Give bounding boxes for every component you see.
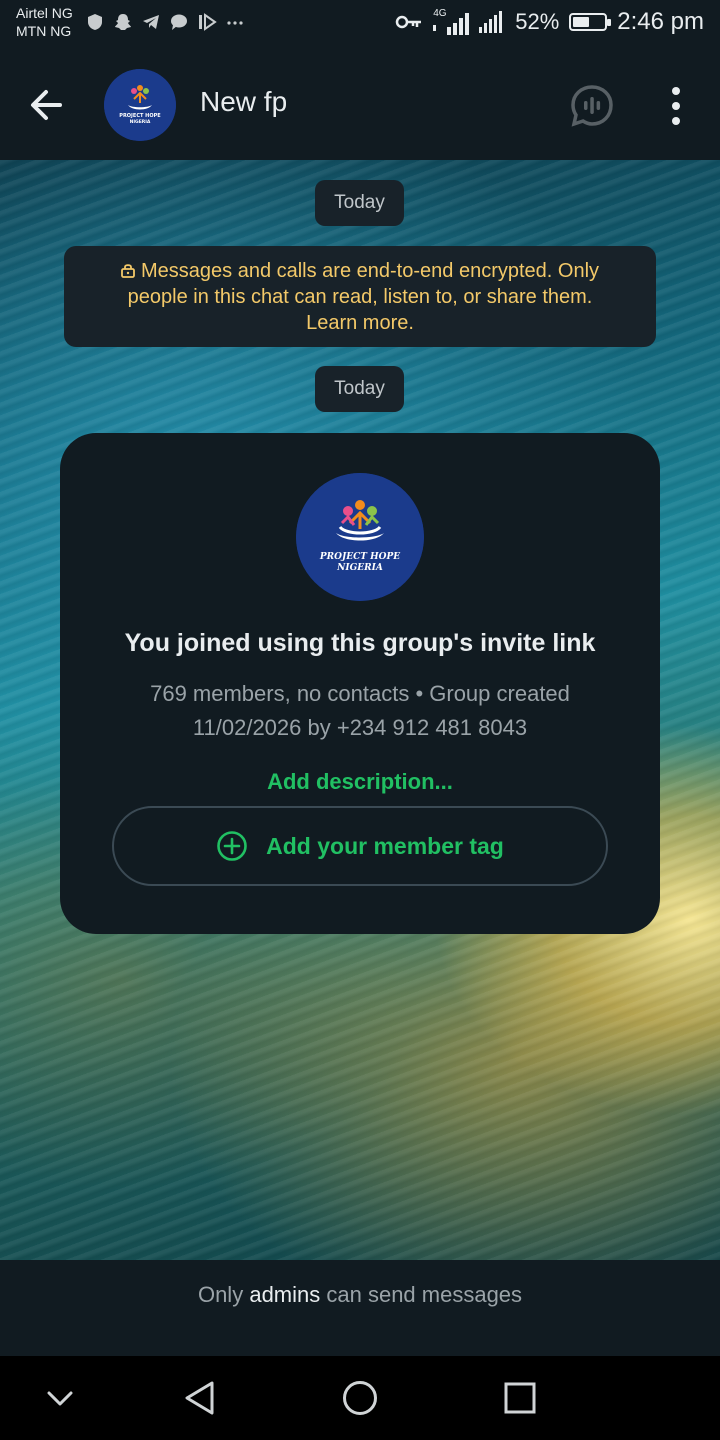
back-button[interactable] [22,82,74,128]
chat-background: Today Messages and calls are end-to-end … [0,160,720,1260]
nav-collapse-button[interactable] [40,1378,80,1418]
avatar-text-2: NIGERIA [130,119,151,125]
group-avatar[interactable]: PROJECT HOPE NIGERIA [104,69,176,141]
system-navigation-bar [0,1356,720,1440]
chat-title[interactable]: New fp [200,86,287,118]
carrier-1: Airtel NG [16,5,73,21]
avatar-text-1: PROJECT HOPE [119,113,161,119]
notice-prefix: Only [197,1282,244,1307]
voice-chat-button[interactable] [568,82,616,130]
key-icon [395,15,422,29]
triangle-back-icon [185,1381,214,1415]
carrier-info: Airtel NG MTN NG [16,4,73,40]
nav-back-button[interactable] [180,1378,220,1418]
admins-link[interactable]: admins [249,1282,320,1307]
more-vertical-icon [672,102,680,110]
status-right: 4G 52% 2:46 pm [395,8,704,36]
status-bar: Airtel NG MTN NG 4G 52% 2:46 pm [0,0,720,52]
more-notifications-icon [224,12,246,34]
date-chip: Today [315,180,404,226]
nav-recents-button[interactable] [500,1378,540,1418]
signal-4g-icon: 4G [433,9,470,35]
group-info-line-1: 769 members, no contacts • Group created [150,681,570,706]
chat-bubble-icon [168,12,190,34]
group-info-line-2: 11/02/2026 by +234 912 481 8043 [192,715,528,740]
encryption-line-2: people in this chat can read, listen to,… [127,286,593,308]
more-options-button[interactable] [656,82,696,130]
more-vertical-icon [672,87,680,95]
learn-more-link[interactable]: Learn more. [64,310,656,336]
group-info-card: PROJECT HOPE NIGERIA You joined using th… [60,433,660,934]
signal-icon [479,11,503,33]
vpn-icon [84,12,106,34]
battery-percent: 52% [515,9,560,34]
battery-level [573,17,589,27]
arrow-left-icon [31,90,62,120]
group-logo[interactable]: PROJECT HOPE NIGERIA [296,473,424,601]
clock: 2:46 pm [617,8,704,35]
invite-heading: You joined using this group's invite lin… [124,629,596,657]
add-member-tag-button[interactable]: Add your member tag [112,806,608,886]
chat-header: PROJECT HOPE NIGERIA New fp [0,52,720,160]
add-circle-icon [217,831,247,861]
encryption-notice[interactable]: Messages and calls are end-to-end encryp… [64,246,656,347]
voice-chat-icon [571,85,613,127]
chevron-down-icon [47,1391,73,1406]
circle-home-icon [343,1381,377,1415]
date-chip: Today [315,366,404,412]
carrier-2: MTN NG [16,23,72,39]
battery-icon [569,13,612,31]
square-recents-icon [504,1382,536,1414]
add-description-link[interactable]: Add description... [60,769,660,795]
notice-suffix: can send messages [326,1282,523,1307]
logo-text-2: NIGERIA [336,563,383,573]
admins-only-notice: Only admins can send messages [0,1260,720,1356]
play-icon [196,12,218,34]
lock-icon [121,264,135,278]
nav-home-button[interactable] [340,1378,380,1418]
add-member-tag-label: Add your member tag [266,832,504,859]
more-vertical-icon [672,117,680,125]
logo-text-1: PROJECT HOPE [319,552,400,562]
snapchat-icon [112,12,134,34]
encryption-line-1: Messages and calls are end-to-end encryp… [140,260,600,282]
notification-icons [84,12,246,34]
telegram-icon [140,12,162,34]
group-info: 769 members, no contacts • Group created… [100,677,620,745]
